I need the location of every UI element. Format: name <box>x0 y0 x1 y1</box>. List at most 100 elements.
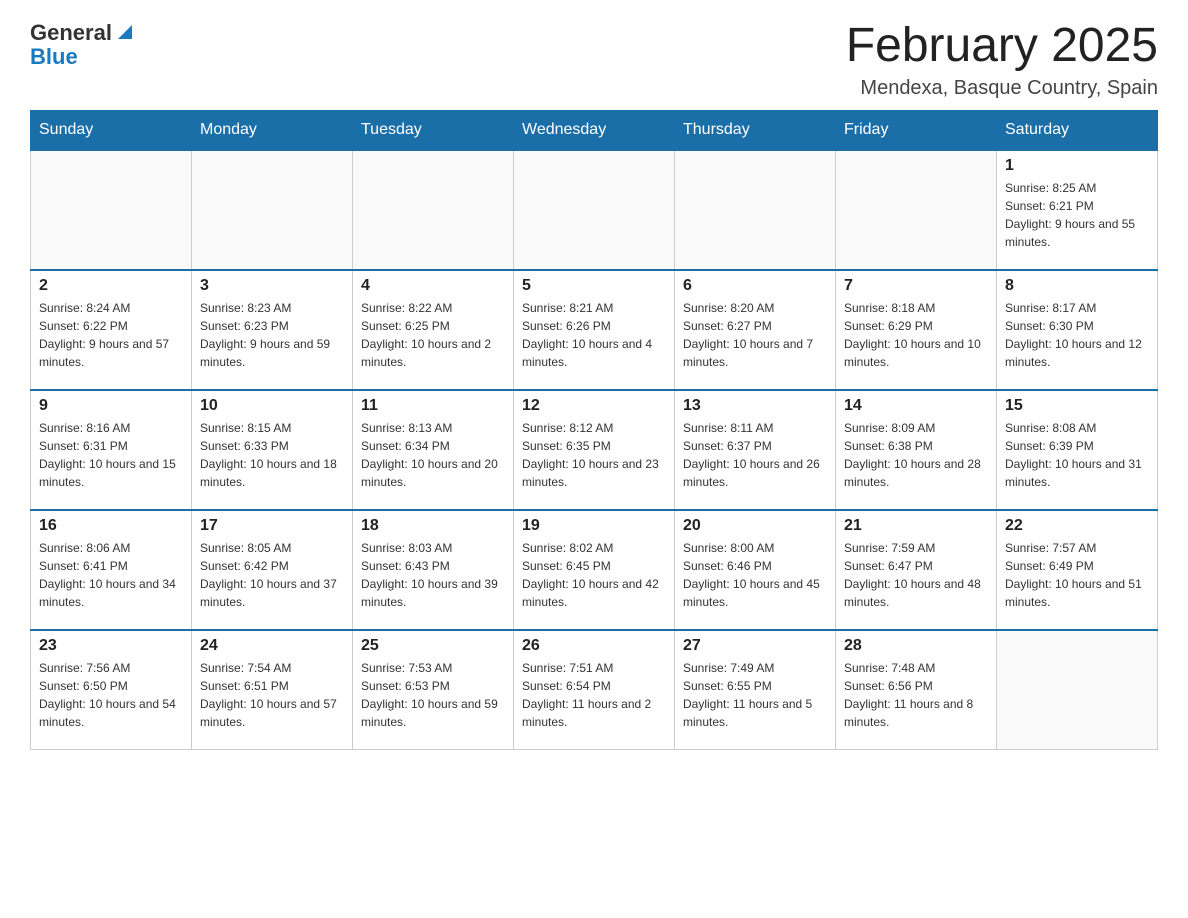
day-number: 24 <box>200 637 344 655</box>
day-number: 26 <box>522 637 666 655</box>
day-number: 19 <box>522 517 666 535</box>
day-number: 13 <box>683 397 827 415</box>
calendar-header-tuesday: Tuesday <box>353 110 514 150</box>
day-info: Sunrise: 8:18 AM Sunset: 6:29 PM Dayligh… <box>844 299 988 371</box>
calendar-cell: 26 Sunrise: 7:51 AM Sunset: 6:54 PM Dayli… <box>514 630 675 750</box>
calendar-week-row: 2 Sunrise: 8:24 AM Sunset: 6:22 PM Daylig… <box>31 270 1158 390</box>
calendar-cell: 24 Sunrise: 7:54 AM Sunset: 6:51 PM Dayli… <box>192 630 353 750</box>
day-info: Sunrise: 7:53 AM Sunset: 6:53 PM Dayligh… <box>361 659 505 731</box>
day-number: 10 <box>200 397 344 415</box>
day-number: 2 <box>39 277 183 295</box>
calendar-cell: 13 Sunrise: 8:11 AM Sunset: 6:37 PM Dayli… <box>675 390 836 510</box>
calendar-cell: 23Sunrise: 7:56 AM Sunset: 6:50 PM Dayli… <box>31 630 192 750</box>
day-number: 14 <box>844 397 988 415</box>
day-info: Sunrise: 8:17 AM Sunset: 6:30 PM Dayligh… <box>1005 299 1149 371</box>
title-section: February 2025 Mendexa, Basque Country, S… <box>846 20 1158 100</box>
day-number: 28 <box>844 637 988 655</box>
day-number: 9 <box>39 397 183 415</box>
day-info: Sunrise: 7:59 AM Sunset: 6:47 PM Dayligh… <box>844 539 988 611</box>
calendar-cell: 19 Sunrise: 8:02 AM Sunset: 6:45 PM Dayli… <box>514 510 675 630</box>
day-info: Sunrise: 8:12 AM Sunset: 6:35 PM Dayligh… <box>522 419 666 491</box>
day-number: 22 <box>1005 517 1149 535</box>
calendar-cell: 17 Sunrise: 8:05 AM Sunset: 6:42 PM Dayli… <box>192 510 353 630</box>
page-header: General Blue February 2025 Mendexa, Basq… <box>30 20 1158 100</box>
day-info: Sunrise: 8:08 AM Sunset: 6:39 PM Dayligh… <box>1005 419 1149 491</box>
calendar-cell: 25 Sunrise: 7:53 AM Sunset: 6:53 PM Dayli… <box>353 630 514 750</box>
day-info: Sunrise: 7:57 AM Sunset: 6:49 PM Dayligh… <box>1005 539 1149 611</box>
calendar-cell: 14Sunrise: 8:09 AM Sunset: 6:38 PM Dayli… <box>836 390 997 510</box>
day-number: 15 <box>1005 397 1149 415</box>
day-number: 1 <box>1005 157 1149 175</box>
day-number: 20 <box>683 517 827 535</box>
day-number: 11 <box>361 397 505 415</box>
calendar-cell: 18 Sunrise: 8:03 AM Sunset: 6:43 PM Dayli… <box>353 510 514 630</box>
calendar-cell: 4 Sunrise: 8:22 AM Sunset: 6:25 PM Daylig… <box>353 270 514 390</box>
day-info: Sunrise: 8:24 AM Sunset: 6:22 PM Dayligh… <box>39 299 183 371</box>
day-info: Sunrise: 8:25 AM Sunset: 6:21 PM Dayligh… <box>1005 179 1149 251</box>
calendar-cell <box>836 150 997 270</box>
calendar-cell: 15 Sunrise: 8:08 AM Sunset: 6:39 PM Dayli… <box>997 390 1158 510</box>
calendar-cell: 27 Sunrise: 7:49 AM Sunset: 6:55 PM Dayli… <box>675 630 836 750</box>
day-number: 25 <box>361 637 505 655</box>
calendar-cell: 20 Sunrise: 8:00 AM Sunset: 6:46 PM Dayli… <box>675 510 836 630</box>
day-info: Sunrise: 8:03 AM Sunset: 6:43 PM Dayligh… <box>361 539 505 611</box>
day-number: 16 <box>39 517 183 535</box>
calendar-header-sunday: Sunday <box>31 110 192 150</box>
calendar-cell <box>514 150 675 270</box>
day-number: 4 <box>361 277 505 295</box>
day-info: Sunrise: 7:51 AM Sunset: 6:54 PM Dayligh… <box>522 659 666 731</box>
calendar-cell: 28Sunrise: 7:48 AM Sunset: 6:56 PM Dayli… <box>836 630 997 750</box>
day-info: Sunrise: 8:15 AM Sunset: 6:33 PM Dayligh… <box>200 419 344 491</box>
calendar-header-wednesday: Wednesday <box>514 110 675 150</box>
calendar-cell: 1 Sunrise: 8:25 AM Sunset: 6:21 PM Daylig… <box>997 150 1158 270</box>
logo-blue: Blue <box>30 44 78 70</box>
calendar-cell: 9 Sunrise: 8:16 AM Sunset: 6:31 PM Daylig… <box>31 390 192 510</box>
day-info: Sunrise: 8:13 AM Sunset: 6:34 PM Dayligh… <box>361 419 505 491</box>
day-info: Sunrise: 8:23 AM Sunset: 6:23 PM Dayligh… <box>200 299 344 371</box>
day-info: Sunrise: 8:05 AM Sunset: 6:42 PM Dayligh… <box>200 539 344 611</box>
calendar-header-row: SundayMondayTuesdayWednesdayThursdayFrid… <box>31 110 1158 150</box>
calendar-header-friday: Friday <box>836 110 997 150</box>
calendar-cell: 7 Sunrise: 8:18 AM Sunset: 6:29 PM Daylig… <box>836 270 997 390</box>
logo-triangle-icon <box>114 21 136 43</box>
calendar-header-thursday: Thursday <box>675 110 836 150</box>
day-info: Sunrise: 8:20 AM Sunset: 6:27 PM Dayligh… <box>683 299 827 371</box>
calendar-cell: 12 Sunrise: 8:12 AM Sunset: 6:35 PM Dayli… <box>514 390 675 510</box>
day-number: 27 <box>683 637 827 655</box>
day-number: 6 <box>683 277 827 295</box>
day-info: Sunrise: 7:56 AM Sunset: 6:50 PM Dayligh… <box>39 659 183 731</box>
location-title: Mendexa, Basque Country, Spain <box>846 77 1158 100</box>
day-number: 8 <box>1005 277 1149 295</box>
day-info: Sunrise: 8:11 AM Sunset: 6:37 PM Dayligh… <box>683 419 827 491</box>
logo: General Blue <box>30 20 136 70</box>
calendar-cell: 3 Sunrise: 8:23 AM Sunset: 6:23 PM Daylig… <box>192 270 353 390</box>
day-info: Sunrise: 8:02 AM Sunset: 6:45 PM Dayligh… <box>522 539 666 611</box>
calendar-table: SundayMondayTuesdayWednesdayThursdayFrid… <box>30 110 1158 751</box>
calendar-week-row: 23Sunrise: 7:56 AM Sunset: 6:50 PM Dayli… <box>31 630 1158 750</box>
month-title: February 2025 <box>846 20 1158 73</box>
calendar-cell: 21Sunrise: 7:59 AM Sunset: 6:47 PM Dayli… <box>836 510 997 630</box>
day-info: Sunrise: 8:22 AM Sunset: 6:25 PM Dayligh… <box>361 299 505 371</box>
day-info: Sunrise: 7:54 AM Sunset: 6:51 PM Dayligh… <box>200 659 344 731</box>
day-info: Sunrise: 8:16 AM Sunset: 6:31 PM Dayligh… <box>39 419 183 491</box>
day-number: 17 <box>200 517 344 535</box>
calendar-week-row: 1 Sunrise: 8:25 AM Sunset: 6:21 PM Daylig… <box>31 150 1158 270</box>
calendar-header-monday: Monday <box>192 110 353 150</box>
day-number: 12 <box>522 397 666 415</box>
day-number: 5 <box>522 277 666 295</box>
calendar-cell <box>31 150 192 270</box>
day-info: Sunrise: 8:06 AM Sunset: 6:41 PM Dayligh… <box>39 539 183 611</box>
day-number: 18 <box>361 517 505 535</box>
calendar-cell: 16 Sunrise: 8:06 AM Sunset: 6:41 PM Dayli… <box>31 510 192 630</box>
calendar-cell <box>353 150 514 270</box>
day-number: 7 <box>844 277 988 295</box>
calendar-cell <box>675 150 836 270</box>
calendar-cell: 22 Sunrise: 7:57 AM Sunset: 6:49 PM Dayli… <box>997 510 1158 630</box>
calendar-week-row: 16 Sunrise: 8:06 AM Sunset: 6:41 PM Dayli… <box>31 510 1158 630</box>
calendar-header-saturday: Saturday <box>997 110 1158 150</box>
day-info: Sunrise: 8:00 AM Sunset: 6:46 PM Dayligh… <box>683 539 827 611</box>
day-info: Sunrise: 8:21 AM Sunset: 6:26 PM Dayligh… <box>522 299 666 371</box>
calendar-cell: 2 Sunrise: 8:24 AM Sunset: 6:22 PM Daylig… <box>31 270 192 390</box>
day-info: Sunrise: 7:49 AM Sunset: 6:55 PM Dayligh… <box>683 659 827 731</box>
day-number: 3 <box>200 277 344 295</box>
